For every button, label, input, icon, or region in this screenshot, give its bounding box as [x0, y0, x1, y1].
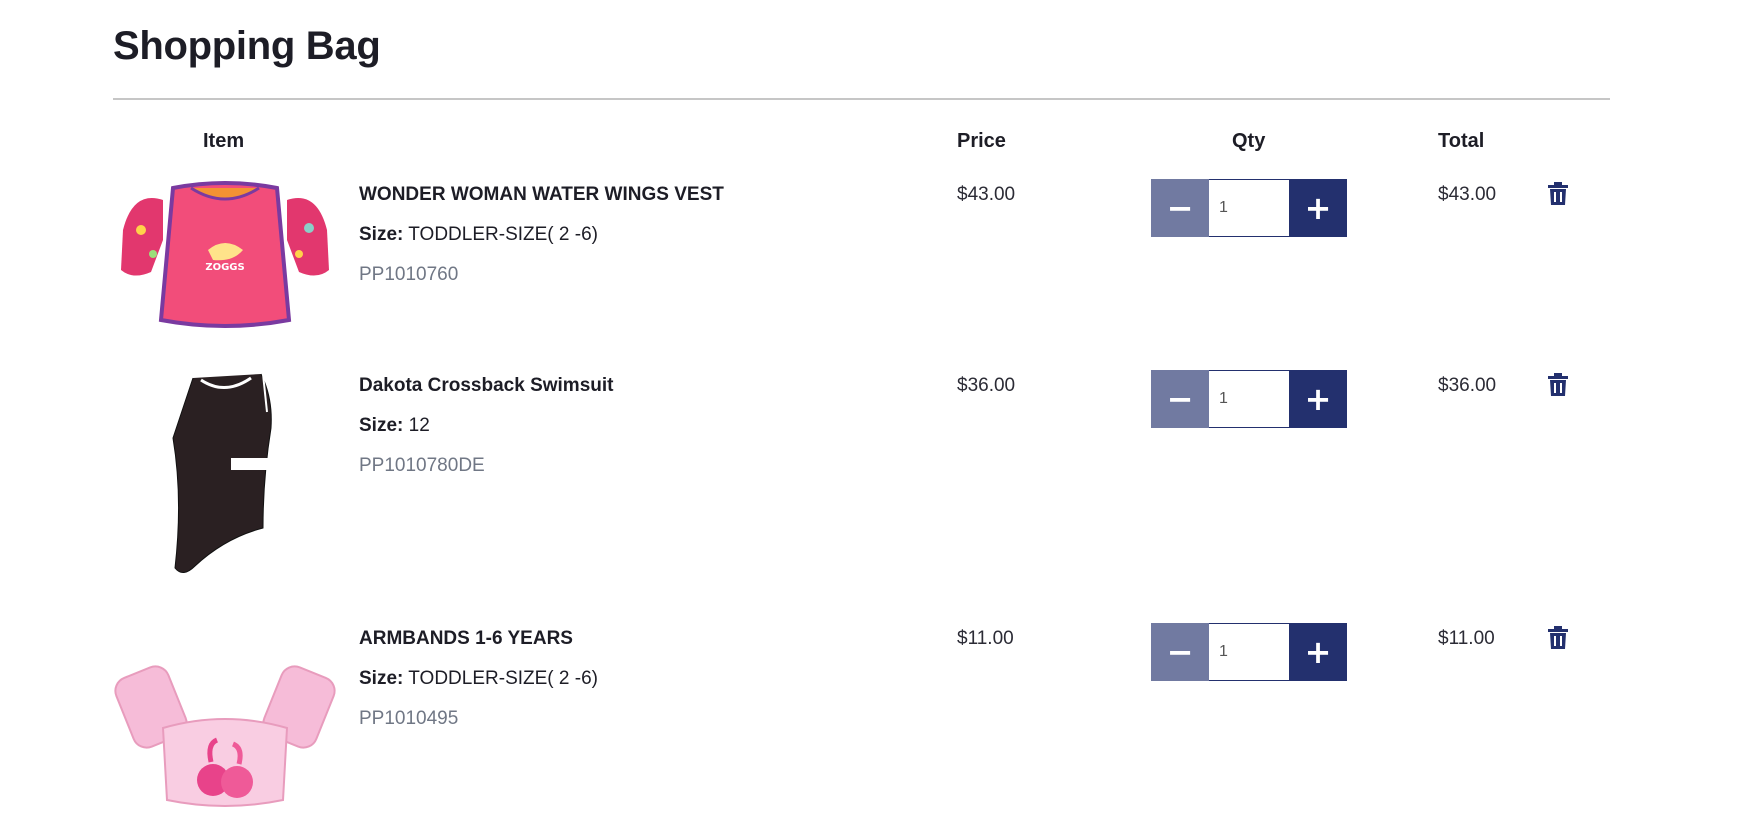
- item-size: Size: TODDLER-SIZE( 2 -6): [359, 223, 598, 247]
- size-label: Size:: [359, 668, 404, 689]
- item-sku: PP1010760: [359, 264, 459, 285]
- item-total: $36.00: [1438, 375, 1497, 396]
- increase-quantity-button[interactable]: +: [1289, 623, 1347, 681]
- item-price: $43.00: [957, 184, 1016, 205]
- item-name[interactable]: Dakota Crossback Swimsuit: [359, 374, 613, 398]
- quantity-stepper: − +: [1151, 623, 1347, 681]
- column-header-price: Price: [957, 130, 1006, 152]
- size-value: 12: [408, 415, 430, 436]
- item-size: Size: 12: [359, 414, 430, 438]
- header-divider: [113, 98, 1610, 100]
- item-name[interactable]: WONDER WOMAN WATER WINGS VEST: [359, 183, 724, 207]
- page-title: Shopping Bag: [113, 24, 381, 68]
- flamingo-armbands-image[interactable]: [113, 640, 337, 810]
- item-sku: PP1010495: [359, 708, 459, 729]
- quantity-stepper: − +: [1151, 179, 1347, 237]
- size-value: TODDLER-SIZE( 2 -6): [408, 668, 598, 689]
- item-price: $11.00: [957, 628, 1014, 649]
- decrease-quantity-button[interactable]: −: [1151, 370, 1209, 428]
- pink-float-vest-image[interactable]: ZOGGS: [113, 170, 337, 334]
- decrease-quantity-button[interactable]: −: [1151, 623, 1209, 681]
- size-label: Size:: [359, 415, 404, 436]
- column-header-total: Total: [1438, 130, 1485, 152]
- svg-text:ZOGGS: ZOGGS: [205, 262, 244, 273]
- increase-quantity-button[interactable]: +: [1289, 179, 1347, 237]
- item-name[interactable]: ARMBANDS 1-6 YEARS: [359, 627, 573, 651]
- item-price: $36.00: [957, 375, 1016, 396]
- item-sku: PP1010780DE: [359, 455, 485, 476]
- column-header-qty: Qty: [1232, 130, 1266, 152]
- size-label: Size:: [359, 224, 404, 245]
- size-value: TODDLER-SIZE( 2 -6): [408, 224, 598, 245]
- trash-icon[interactable]: [1547, 626, 1569, 650]
- black-swimsuit-image[interactable]: [113, 368, 337, 584]
- quantity-stepper: − +: [1151, 370, 1347, 428]
- quantity-input[interactable]: [1209, 370, 1289, 428]
- item-size: Size: TODDLER-SIZE( 2 -6): [359, 667, 598, 691]
- column-header-item: Item: [203, 130, 245, 152]
- quantity-input[interactable]: [1209, 623, 1289, 681]
- item-total: $43.00: [1438, 184, 1497, 205]
- decrease-quantity-button[interactable]: −: [1151, 179, 1209, 237]
- increase-quantity-button[interactable]: +: [1289, 370, 1347, 428]
- item-total: $11.00: [1438, 628, 1495, 649]
- trash-icon[interactable]: [1547, 182, 1569, 206]
- trash-icon[interactable]: [1547, 373, 1569, 397]
- quantity-input[interactable]: [1209, 179, 1289, 237]
